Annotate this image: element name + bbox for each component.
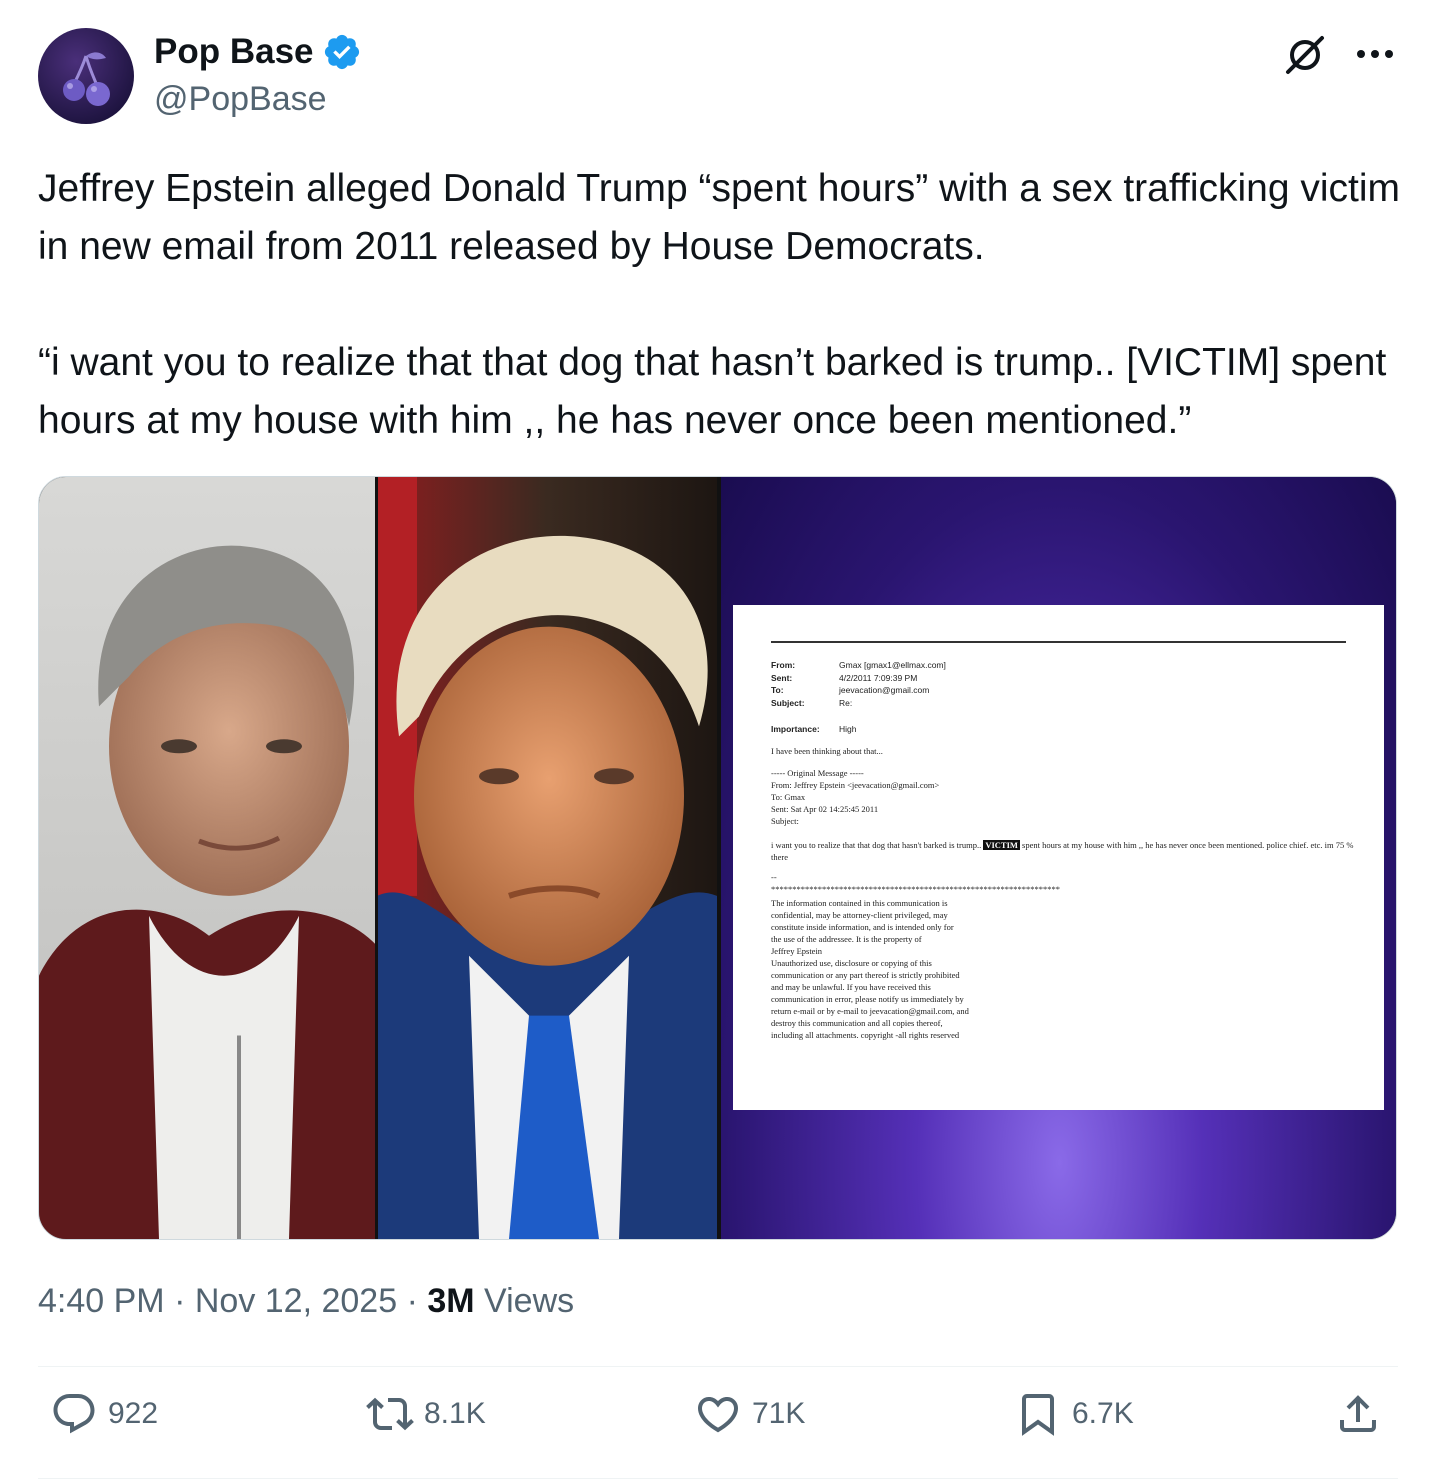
- tweet-text: Jeffrey Epstein alleged Donald Trump “sp…: [38, 160, 1408, 450]
- like-button[interactable]: 71K: [694, 1390, 805, 1438]
- photo-epstein-trump[interactable]: [39, 477, 717, 1239]
- email-document: From: Gmax [gmax1@ellmax.com] Sent: 4/2/20…: [733, 605, 1384, 1110]
- tweet-quote: “i want you to realize that that dog tha…: [38, 341, 1387, 442]
- more-options-icon[interactable]: [1352, 34, 1398, 74]
- reply-count: 922: [108, 1397, 159, 1430]
- name-row: Pop Base: [154, 32, 362, 72]
- avatar[interactable]: [38, 28, 134, 124]
- cherry-icon: [63, 52, 110, 106]
- share-button[interactable]: [1334, 1390, 1382, 1438]
- tweet-meta: 4:40 PM · Nov 12, 2025 · 3M Views: [38, 1282, 575, 1320]
- reply-icon: [53, 1394, 95, 1434]
- grok-icon[interactable]: [1282, 32, 1328, 78]
- repost-button[interactable]: 8.1K: [366, 1390, 486, 1438]
- reply-button[interactable]: 922: [50, 1390, 158, 1438]
- tweet-media[interactable]: From: Gmax [gmax1@ellmax.com] Sent: 4/2/20…: [38, 476, 1397, 1240]
- divider: [38, 1478, 1398, 1479]
- bookmark-icon: [1022, 1394, 1054, 1436]
- verified-badge-icon: [324, 34, 359, 70]
- heart-icon: [697, 1397, 739, 1433]
- divider: [38, 1366, 1398, 1367]
- email-body: I have been thinking about that... -----…: [771, 746, 1354, 1040]
- repost-icon: [366, 1397, 414, 1431]
- victim-redaction: VICTIM: [983, 840, 1020, 850]
- bookmark-button[interactable]: 6.7K: [1014, 1390, 1134, 1438]
- email-rule: [771, 641, 1346, 643]
- action-bar: 922 8.1K 71K 6.7K: [38, 1390, 1398, 1460]
- tweet-time[interactable]: 4:40 PM: [38, 1282, 165, 1320]
- views-count: 3M: [427, 1282, 475, 1320]
- repost-count: 8.1K: [424, 1397, 486, 1430]
- photo-email-document[interactable]: From: Gmax [gmax1@ellmax.com] Sent: 4/2/20…: [721, 477, 1396, 1239]
- share-icon: [1340, 1395, 1376, 1432]
- handle[interactable]: @PopBase: [154, 80, 327, 119]
- views-label: Views: [484, 1282, 575, 1320]
- email-headers: From: Gmax [gmax1@ellmax.com] Sent: 4/2/20…: [771, 660, 946, 734]
- bookmark-count: 6.7K: [1072, 1397, 1134, 1430]
- like-count: 71K: [752, 1397, 806, 1430]
- tweet-header: Pop Base @PopBase: [38, 28, 1398, 128]
- tweet-date[interactable]: Nov 12, 2025: [195, 1282, 397, 1320]
- tweet-paragraph: Jeffrey Epstein alleged Donald Trump “sp…: [38, 167, 1401, 268]
- display-name[interactable]: Pop Base: [154, 32, 314, 72]
